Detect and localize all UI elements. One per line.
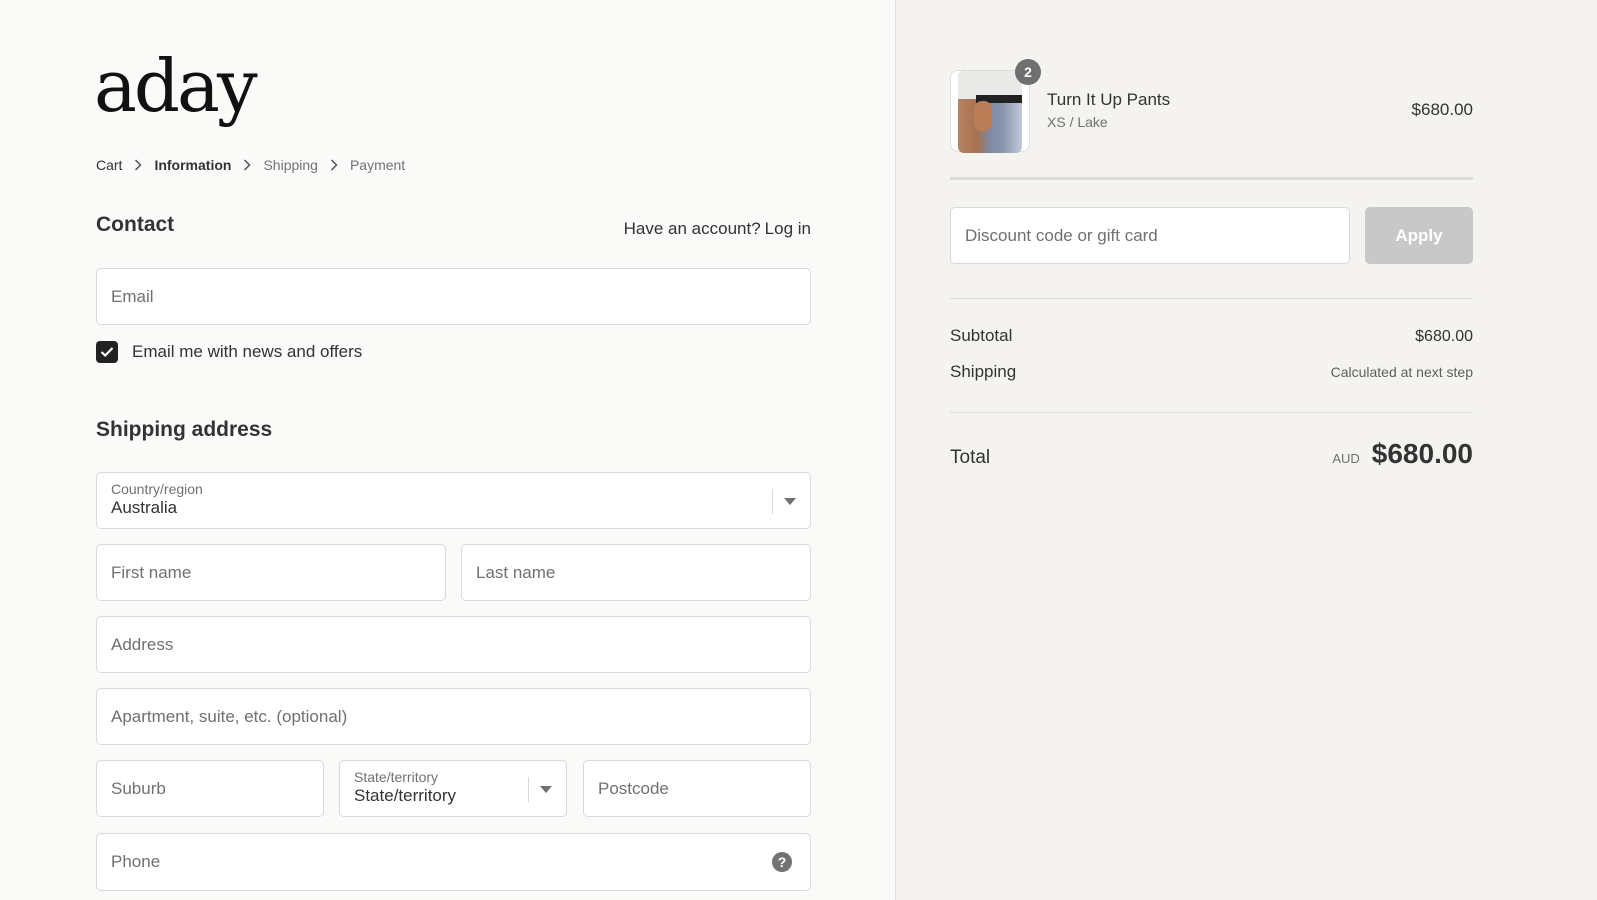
subtotal-row: Subtotal $680.00 — [950, 326, 1473, 346]
phone-placeholder: Phone — [111, 852, 161, 871]
postcode-field[interactable]: Postcode — [583, 760, 811, 817]
last-name-field[interactable]: Last name — [461, 544, 811, 601]
product-price: $680.00 — [1411, 100, 1473, 119]
chevron-right-icon — [330, 159, 338, 171]
breadcrumb-payment: Payment — [349, 157, 406, 173]
product-name: Turn It Up Pants — [1047, 90, 1171, 109]
shipping-label: Shipping — [950, 362, 1017, 381]
apply-discount-button[interactable]: Apply — [1365, 207, 1473, 264]
select-divider — [772, 489, 773, 514]
first-name-placeholder: First name — [111, 562, 192, 582]
subtotal-value: $680.00 — [1415, 328, 1473, 345]
product-variant: XS / Lake — [1047, 114, 1108, 130]
total-label: Total — [950, 447, 991, 468]
divider — [950, 177, 1473, 180]
country-label: Country/region — [111, 480, 203, 497]
brand-logo[interactable]: aday — [94, 50, 258, 122]
shipping-address-title: Shipping address — [96, 418, 273, 441]
contact-title: Contact — [96, 213, 175, 236]
chevron-right-icon — [243, 159, 252, 171]
login-link[interactable]: Log in — [765, 219, 811, 238]
select-divider — [528, 777, 529, 802]
state-select[interactable]: State/territory State/territory — [339, 760, 567, 817]
checkout-main: aday Cart Information Shipping Payment C… — [0, 0, 895, 900]
apartment-field[interactable]: Apartment, suite, etc. (optional) — [96, 688, 811, 745]
shipping-value: Calculated at next step — [1330, 364, 1473, 380]
email-field[interactable]: Email — [96, 268, 811, 325]
email-placeholder: Email — [111, 286, 154, 306]
suburb-field[interactable]: Suburb — [96, 760, 324, 817]
quantity-badge: 2 — [1015, 59, 1041, 85]
help-icon[interactable]: ? — [772, 852, 792, 872]
first-name-field[interactable]: First name — [96, 544, 446, 601]
currency-code: AUD — [1332, 451, 1360, 466]
total-row: Total AUD $680.00 — [950, 438, 1473, 470]
chevron-down-icon — [784, 498, 796, 505]
last-name-placeholder: Last name — [476, 562, 556, 582]
total-value-group: AUD $680.00 — [1332, 438, 1473, 470]
address-placeholder: Address — [111, 634, 174, 654]
apartment-placeholder: Apartment, suite, etc. (optional) — [111, 706, 348, 726]
breadcrumb: Cart Information Shipping Payment — [96, 157, 405, 173]
chevron-right-icon — [134, 159, 143, 171]
postcode-placeholder: Postcode — [598, 778, 669, 798]
account-prompt: Have an account? Log in — [624, 219, 811, 239]
checkmark-icon — [100, 347, 114, 358]
line-item: 2 Turn It Up Pants XS / Lake $680.00 — [950, 59, 1473, 153]
country-value: Australia — [111, 498, 178, 518]
state-label: State/territory — [354, 768, 439, 785]
product-thumbnail: 2 — [950, 59, 1041, 153]
discount-code-field[interactable]: Discount code or gift card — [950, 207, 1350, 264]
divider — [950, 298, 1473, 299]
discount-placeholder: Discount code or gift card — [965, 225, 1158, 245]
subtotal-label: Subtotal — [950, 326, 1013, 345]
divider — [950, 412, 1473, 413]
country-select[interactable]: Country/region Australia — [96, 472, 811, 529]
newsletter-option[interactable]: Email me with news and offers — [96, 341, 362, 363]
breadcrumb-cart[interactable]: Cart — [96, 157, 122, 173]
shipping-row: Shipping Calculated at next step — [950, 362, 1473, 382]
state-value: State/territory — [354, 786, 457, 806]
breadcrumb-shipping: Shipping — [263, 157, 318, 173]
phone-field[interactable]: Phone ? — [96, 833, 811, 891]
breadcrumb-information: Information — [154, 157, 232, 173]
newsletter-label: Email me with news and offers — [132, 342, 363, 361]
product-image — [958, 71, 1022, 153]
newsletter-checkbox[interactable] — [96, 341, 118, 363]
total-value: $680.00 — [1371, 438, 1473, 469]
account-prompt-text: Have an account? — [623, 219, 761, 238]
suburb-placeholder: Suburb — [111, 778, 166, 798]
address-field[interactable]: Address — [96, 616, 811, 673]
chevron-down-icon — [540, 786, 552, 793]
